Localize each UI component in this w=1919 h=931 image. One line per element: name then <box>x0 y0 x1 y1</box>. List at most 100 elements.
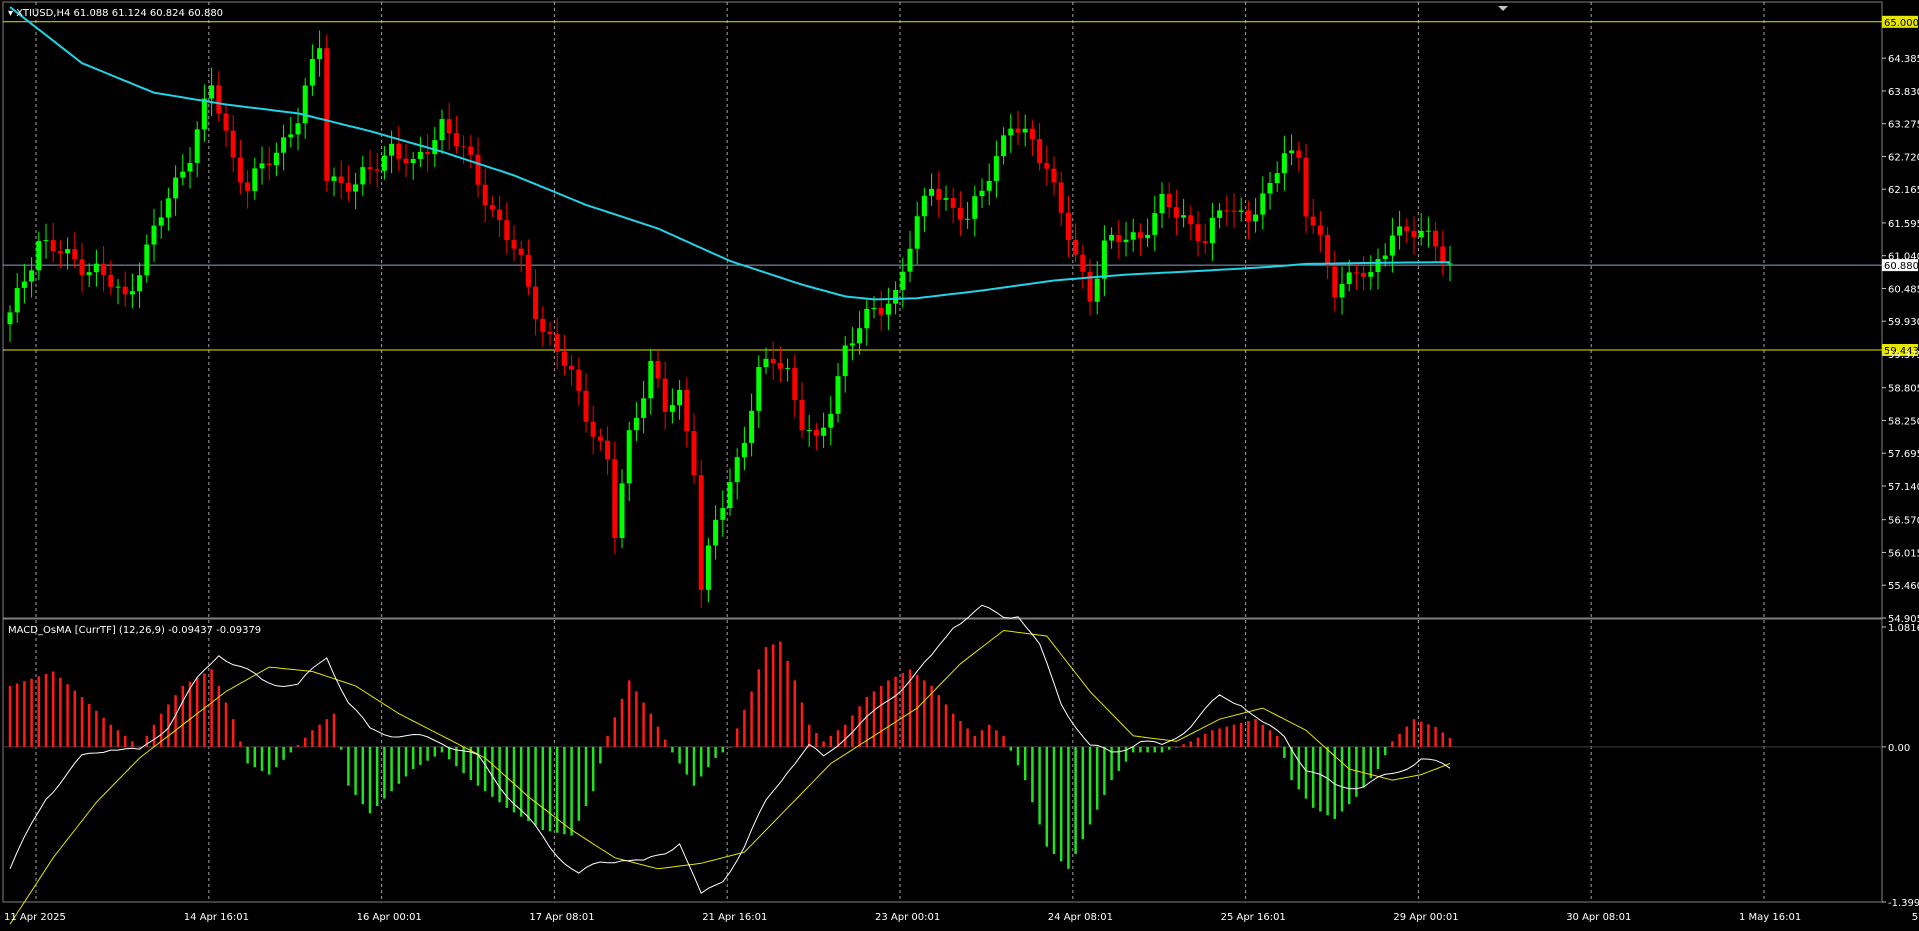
candle-body[interactable] <box>1181 215 1187 218</box>
candle-body[interactable] <box>1260 193 1266 215</box>
candle-body[interactable] <box>367 167 373 170</box>
candle-body[interactable] <box>943 198 949 200</box>
candle-body[interactable] <box>698 475 704 590</box>
candle-body[interactable] <box>691 431 697 476</box>
candle-body[interactable] <box>842 345 848 377</box>
candle-body[interactable] <box>792 367 798 401</box>
candle-body[interactable] <box>317 48 323 60</box>
candle-body[interactable] <box>79 259 85 276</box>
candle-body[interactable] <box>453 133 459 147</box>
candle-body[interactable] <box>446 119 452 134</box>
candle-body[interactable] <box>72 249 78 260</box>
candle-body[interactable] <box>749 410 755 443</box>
candle-body[interactable] <box>1123 239 1129 243</box>
candle-body[interactable] <box>612 459 618 539</box>
candle-body[interactable] <box>525 254 531 287</box>
candle-body[interactable] <box>785 367 791 369</box>
candle-body[interactable] <box>1001 135 1007 157</box>
candle-body[interactable] <box>1238 210 1244 212</box>
candle-body[interactable] <box>605 440 611 460</box>
candle-body[interactable] <box>1447 263 1453 265</box>
candle-body[interactable] <box>540 318 546 332</box>
candle-body[interactable] <box>425 151 431 155</box>
candle-body[interactable] <box>1440 246 1446 264</box>
candle-body[interactable] <box>57 251 63 254</box>
candle-body[interactable] <box>1361 272 1367 277</box>
candle-body[interactable] <box>900 271 906 290</box>
candle-body[interactable] <box>1058 182 1064 213</box>
candle-body[interactable] <box>482 184 488 206</box>
candle-body[interactable] <box>1274 173 1280 183</box>
candle-body[interactable] <box>597 436 603 441</box>
candle-body[interactable] <box>734 457 740 483</box>
candle-body[interactable] <box>1022 128 1028 133</box>
chart-window[interactable]: 65.00059.44360.88064.38563.83063.27562.7… <box>0 0 1919 927</box>
candle-body[interactable] <box>741 442 747 458</box>
moving-average-line[interactable] <box>9 6 1450 301</box>
candle-body[interactable] <box>885 303 891 315</box>
candle-body[interactable] <box>389 143 395 156</box>
candle-body[interactable] <box>720 508 726 520</box>
candle-body[interactable] <box>835 376 841 414</box>
candle-body[interactable] <box>1231 210 1237 212</box>
candle-body[interactable] <box>569 365 575 370</box>
candle-body[interactable] <box>669 405 675 412</box>
candle-body[interactable] <box>554 334 560 352</box>
candle-body[interactable] <box>43 240 49 242</box>
candle-body[interactable] <box>1411 230 1417 238</box>
candle-body[interactable] <box>1029 128 1035 140</box>
candle-body[interactable] <box>857 328 863 344</box>
candle-body[interactable] <box>1245 210 1251 222</box>
candle-body[interactable] <box>626 430 632 484</box>
candle-body[interactable] <box>216 85 222 114</box>
candle-body[interactable] <box>1159 193 1165 214</box>
candle-body[interactable] <box>1166 193 1172 208</box>
candle-body[interactable] <box>1303 157 1309 217</box>
candle-body[interactable] <box>14 287 20 313</box>
candle-body[interactable] <box>1281 153 1287 174</box>
candle-body[interactable] <box>1087 271 1093 302</box>
candle-body[interactable] <box>338 176 344 183</box>
candle-body[interactable] <box>1015 128 1021 133</box>
candle-body[interactable] <box>1389 235 1395 256</box>
candle-body[interactable] <box>1051 168 1057 183</box>
candle-body[interactable] <box>1325 234 1331 267</box>
candle-body[interactable] <box>252 168 258 191</box>
candle-body[interactable] <box>129 291 135 295</box>
candle-body[interactable] <box>1145 234 1151 239</box>
candle-body[interactable] <box>547 331 553 335</box>
candle-body[interactable] <box>1368 272 1374 277</box>
candle-body[interactable] <box>777 362 783 369</box>
chart-canvas[interactable]: 65.00059.44360.88064.38563.83063.27562.7… <box>0 0 1919 927</box>
candle-body[interactable] <box>533 286 539 319</box>
candle-body[interactable] <box>151 225 157 245</box>
candle-body[interactable] <box>1353 272 1359 274</box>
candle-body[interactable] <box>1332 266 1338 298</box>
candle-body[interactable] <box>1101 240 1107 279</box>
candle-body[interactable] <box>633 417 639 431</box>
candle-body[interactable] <box>590 421 596 437</box>
candle-body[interactable] <box>576 369 582 391</box>
candle-body[interactable] <box>518 248 524 255</box>
collapse-triangle-icon[interactable]: ▾ <box>8 8 16 19</box>
candle-body[interactable] <box>93 263 99 273</box>
candle-body[interactable] <box>705 545 711 590</box>
candle-body[interactable] <box>144 244 150 276</box>
candle-body[interactable] <box>489 205 495 210</box>
candle-body[interactable] <box>281 137 287 153</box>
candle-body[interactable] <box>907 248 913 272</box>
candle-body[interactable] <box>497 209 503 221</box>
candle-body[interactable] <box>158 217 164 226</box>
candle-body[interactable] <box>295 123 301 135</box>
candle-body[interactable] <box>1317 225 1323 235</box>
candle-body[interactable] <box>432 140 438 155</box>
candle-body[interactable] <box>936 188 942 200</box>
candle-body[interactable] <box>677 389 683 406</box>
candle-body[interactable] <box>813 429 819 436</box>
candle-body[interactable] <box>461 146 467 148</box>
candle-body[interactable] <box>1375 259 1381 273</box>
candle-body[interactable] <box>662 378 668 412</box>
candle-body[interactable] <box>504 220 510 241</box>
candle-body[interactable] <box>468 146 474 155</box>
candle-body[interactable] <box>713 519 719 546</box>
